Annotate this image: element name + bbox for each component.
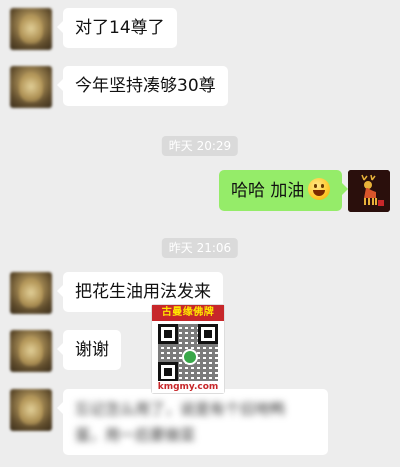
my-avatar[interactable] [348, 170, 390, 212]
contact-avatar[interactable] [10, 272, 52, 314]
timestamp: 昨天 20:29 [161, 136, 239, 156]
contact-avatar[interactable] [10, 389, 52, 431]
message-text: 忘记怎么用了，说是有个旧地鸭 [75, 400, 286, 418]
qr-corner-icon [198, 324, 218, 344]
message-text: 谢谢 [75, 340, 109, 360]
watermark-footer: kmgmy.com [152, 381, 224, 393]
qr-corner-icon [158, 324, 178, 344]
message-bubble-3[interactable]: 哈哈 加油 [219, 170, 349, 211]
message-text: 把花生油用法发来 [75, 282, 211, 302]
message-text: 哈哈 加油 [231, 181, 305, 201]
deer-avatar-icon [348, 170, 390, 212]
smile-emoji-icon [308, 178, 331, 200]
message-bubble-1[interactable]: 对了14尊了 [57, 8, 177, 48]
message-text: 对了14尊了 [75, 18, 165, 38]
message-bubble-6[interactable]: 忘记怎么用了，说是有个旧地鸭 蛋，用一后要做菜 [57, 389, 328, 455]
message-bubble-5[interactable]: 谢谢 [57, 330, 121, 370]
message-text: 蛋，用一后要做菜 [75, 426, 196, 444]
message-text: 今年坚持凑够30尊 [75, 76, 216, 96]
contact-avatar[interactable] [10, 8, 52, 50]
watermark-qr-badge: 古曼缘佛牌 kmgmy.com [152, 305, 224, 393]
watermark-header: 古曼缘佛牌 [152, 305, 224, 321]
contact-avatar[interactable] [10, 66, 52, 108]
qr-corner-icon [158, 362, 178, 382]
message-bubble-2[interactable]: 今年坚持凑够30尊 [57, 66, 228, 106]
qr-logo-icon [182, 349, 198, 365]
contact-avatar[interactable] [10, 330, 52, 372]
timestamp: 昨天 21:06 [161, 238, 239, 258]
